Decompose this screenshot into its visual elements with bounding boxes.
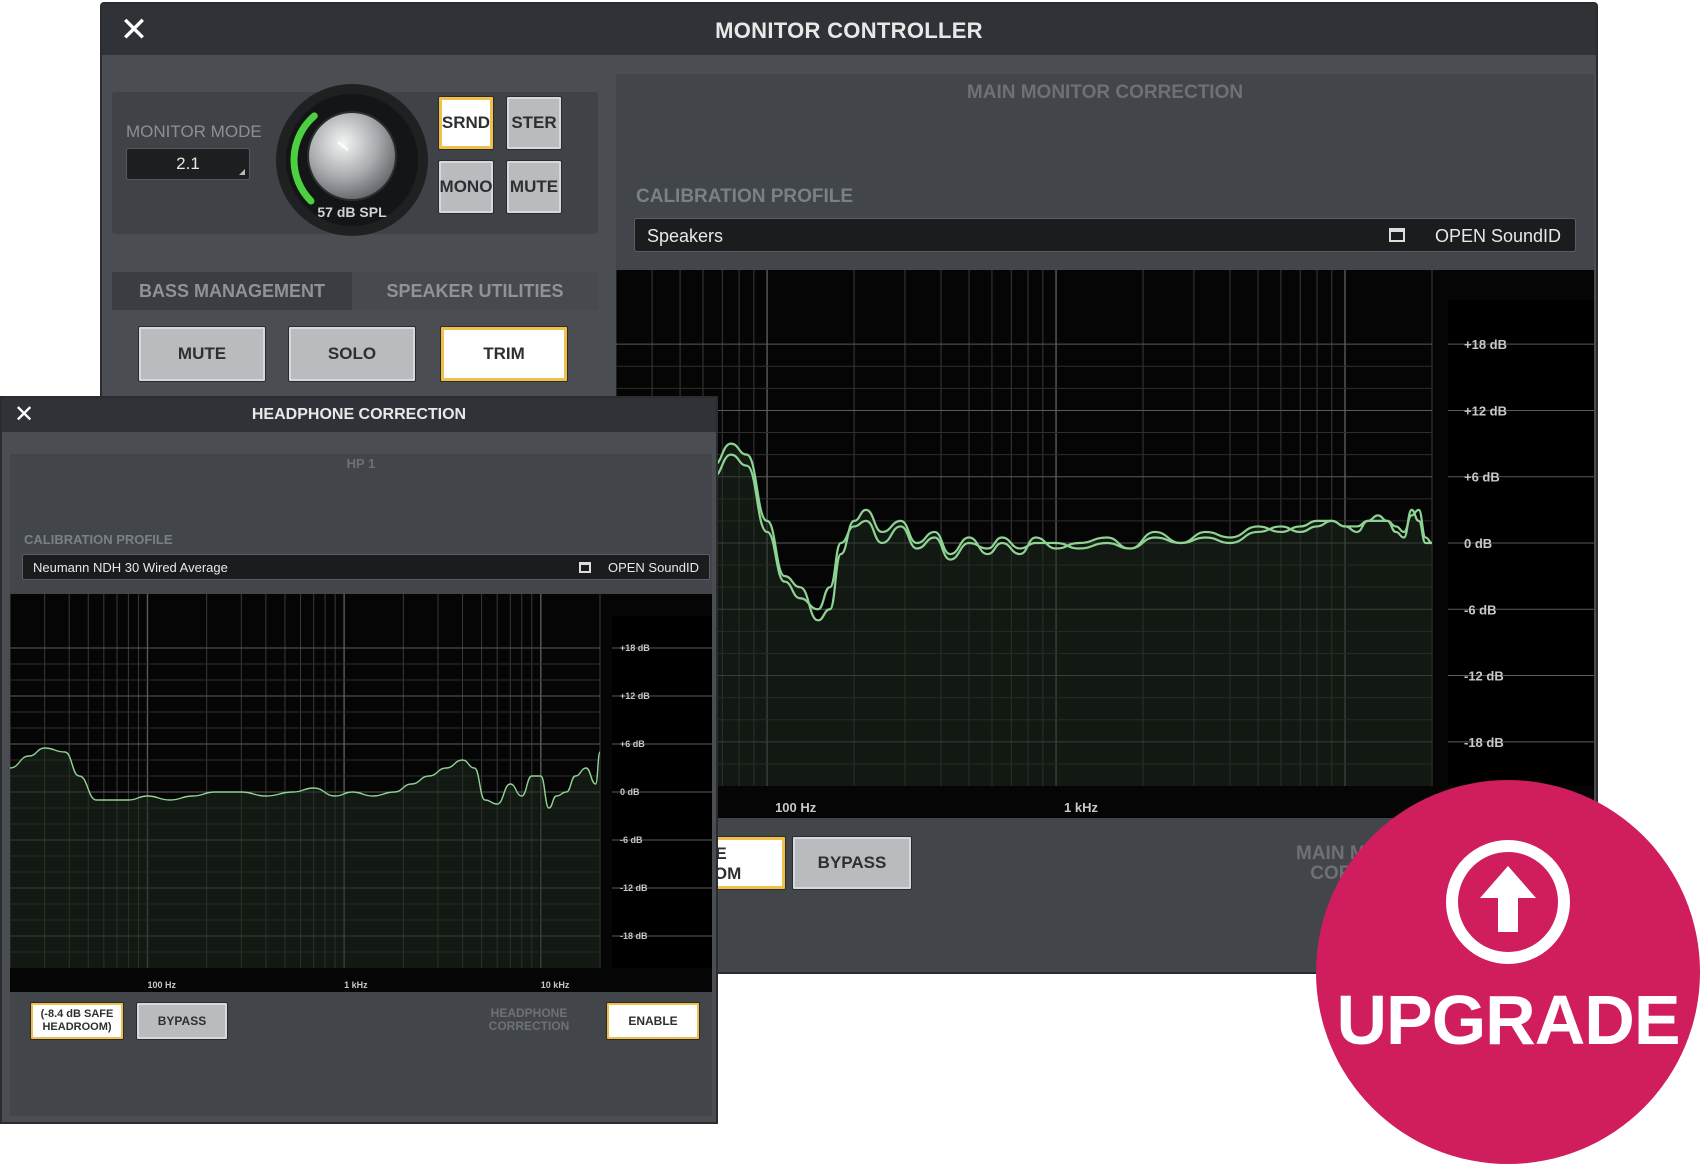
- calibration-profile-value: Neumann NDH 30 Wired Average: [33, 560, 228, 575]
- x-tick-label: 10 kHz: [541, 980, 570, 990]
- headphone-titlebar: ✕ HEADPHONE CORRECTION: [2, 398, 716, 432]
- headroom-line-1: (-8.4 dB SAFE: [40, 1008, 114, 1020]
- spl-readout: 57 dB SPL: [317, 204, 387, 220]
- headroom-line-2: HEADROOM): [42, 1021, 112, 1033]
- y-tick-label: -12 dB: [620, 883, 648, 893]
- monitor-mode-label: MONITOR MODE: [126, 122, 262, 141]
- ster-button[interactable]: STER: [506, 96, 562, 150]
- mute-mode-button[interactable]: MUTE: [506, 160, 562, 214]
- window-title: MONITOR CONTROLLER: [715, 18, 983, 43]
- calibration-profile-dropdown[interactable]: Neumann NDH 30 Wired Average OPEN SoundI…: [22, 554, 710, 580]
- y-tick-label: +18 dB: [620, 643, 650, 653]
- y-tick-label: +12 dB: [620, 691, 650, 701]
- headphone-panel: HP 1 CALIBRATION PROFILE Neumann NDH 30 …: [10, 454, 712, 1116]
- x-tick-label: 100 Hz: [147, 980, 176, 990]
- tab-speaker-utilities[interactable]: SPEAKER UTILITIES: [352, 272, 598, 310]
- panel-title: MAIN MONITOR CORRECTION: [966, 82, 1244, 103]
- open-soundid-link[interactable]: OPEN SoundID: [608, 560, 699, 575]
- enable-button[interactable]: ENABLE: [606, 1002, 700, 1040]
- bypass-button[interactable]: BYPASS: [792, 836, 912, 890]
- y-tick-label: +12 dB: [1464, 403, 1507, 418]
- y-tick-label: +6 dB: [1464, 470, 1500, 485]
- headphone-output-label: HP 1: [346, 456, 376, 471]
- mute-button[interactable]: MUTE: [138, 326, 266, 382]
- y-tick-label: +6 dB: [620, 739, 645, 749]
- upload-arrow-icon: [1446, 840, 1570, 964]
- tab-bass-management[interactable]: BASS MANAGEMENT: [112, 272, 352, 310]
- mono-button[interactable]: MONO: [438, 160, 494, 214]
- calibration-profile-dropdown[interactable]: Speakers OPEN SoundID: [634, 218, 1576, 252]
- main-frequency-response-graph: +18 dB +12 dB +6 dB 0 dB -6 dB -12 dB -18 dB 10…: [616, 270, 1594, 818]
- y-tick-label: 0 dB: [620, 787, 640, 797]
- y-tick-label: -6 dB: [620, 835, 643, 845]
- x-tick-label: 100 Hz: [775, 800, 817, 815]
- monitor-mode-panel: MONITOR MODE 2.1 57 dB SPL SRND STER MON…: [112, 84, 598, 236]
- srnd-button[interactable]: SRND: [438, 96, 494, 150]
- y-tick-label: -18 dB: [1464, 735, 1504, 750]
- window-icon: [579, 562, 591, 573]
- window-icon: [1389, 228, 1405, 242]
- volume-knob[interactable]: 57 dB SPL: [272, 80, 432, 240]
- open-soundid-link[interactable]: OPEN SoundID: [1435, 226, 1561, 247]
- utility-tabs: BASS MANAGEMENT SPEAKER UTILITIES: [112, 272, 598, 310]
- x-tick-label: 1 kHz: [344, 980, 368, 990]
- safe-headroom-button[interactable]: (-8.4 dB SAFE HEADROOM): [30, 1002, 124, 1040]
- correction-line-2: CORRECTION: [488, 1019, 570, 1033]
- upgrade-badge[interactable]: UPGRADE: [1316, 780, 1700, 1164]
- headphone-correction-window: ✕ HEADPHONE CORRECTION HP 1 CALIBRATION …: [0, 396, 718, 1124]
- trim-button[interactable]: TRIM: [440, 326, 568, 382]
- upgrade-label: UPGRADE: [1336, 981, 1680, 1059]
- y-tick-label: -12 dB: [1464, 669, 1504, 684]
- solo-button[interactable]: SOLO: [288, 326, 416, 382]
- monitor-mode-dropdown[interactable]: 2.1: [126, 148, 250, 180]
- y-tick-label: -6 dB: [1464, 602, 1497, 617]
- calibration-profile-label: CALIBRATION PROFILE: [24, 532, 173, 547]
- y-tick-label: -18 dB: [620, 931, 648, 941]
- monitor-controller-titlebar: ✕ MONITOR CONTROLLER: [102, 4, 1596, 55]
- headphone-correction-label: HEADPHONE CORRECTION: [464, 1007, 594, 1033]
- y-tick-label: +18 dB: [1464, 337, 1507, 352]
- x-tick-label: 1 kHz: [1064, 800, 1098, 815]
- window-title: HEADPHONE CORRECTION: [251, 406, 467, 423]
- bypass-button[interactable]: BYPASS: [136, 1002, 228, 1040]
- calibration-profile-label: CALIBRATION PROFILE: [636, 186, 854, 207]
- calibration-profile-value: Speakers: [647, 226, 724, 246]
- headphone-frequency-response-graph: +18 dB +12 dB +6 dB 0 dB -6 dB -12 dB -18 dB 10…: [10, 594, 712, 992]
- y-tick-label: 0 dB: [1464, 536, 1492, 551]
